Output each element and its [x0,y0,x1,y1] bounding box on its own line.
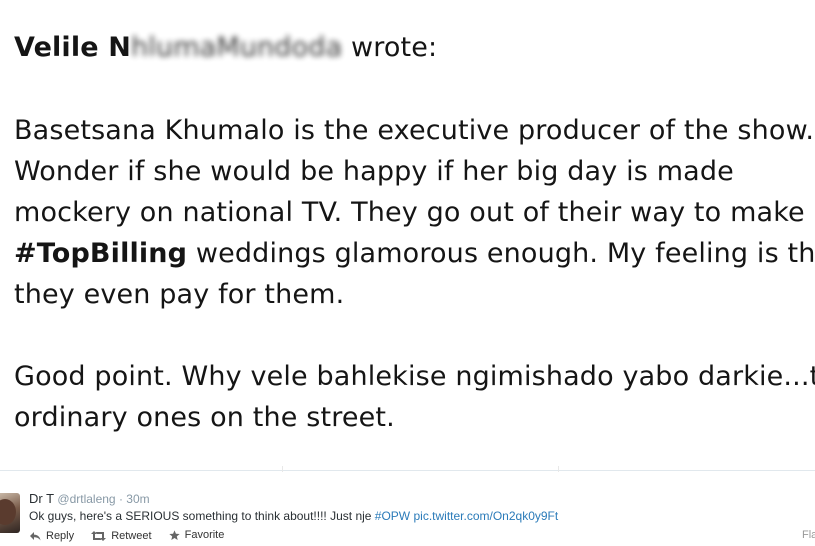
quote-line: #TopBilling weddings glamorous enough. M… [14,238,815,269]
quote-author-tail: da [308,32,343,63]
reply-icon [30,531,41,540]
display-name[interactable]: Dr T [29,491,54,506]
tweet-actions: Reply Retweet Favorite [29,529,238,544]
retweet-button[interactable]: Retweet [91,529,152,542]
divider-ticks [0,466,815,472]
quote-line-rest: weddings glamorous enough. My feeling is… [187,238,815,269]
favorite-label: Favorite [184,529,225,541]
star-icon [168,529,180,540]
quote-line: they even pay for them. [14,279,345,310]
retweet-label: Retweet [111,529,152,542]
favorite-button[interactable]: Favorite [168,529,225,541]
quote-line: Basetsana Khumalo is the executive produ… [14,115,815,146]
quote-wrote-label: wrote: [342,32,438,63]
quote-image: Velile NhlumaMundoda wrote: Basetsana Kh… [0,0,815,468]
tweet-body: Ok guys, here's a SERIOUS something to t… [29,509,375,523]
tweet-header: Dr T @drtlaleng · 30m [29,491,150,506]
hashtag-link[interactable]: #OPW [375,509,410,523]
quote-hashtag: #TopBilling [14,238,188,269]
header-separator: · [115,492,127,506]
tweet-text: Ok guys, here's a SERIOUS something to t… [29,509,558,523]
divider-tick [558,466,559,472]
quote-line: Good point. Why vele bahlekise ngimishad… [14,361,815,392]
quote-author-obscured: hlumaMundo [131,32,309,63]
username[interactable]: @drtlaleng [57,492,115,506]
quote-line: mockery on national TV. They go out of t… [14,197,805,228]
reply-button[interactable]: Reply [29,530,74,542]
quote-line: ordinary ones on the street. [14,402,395,433]
media-link[interactable]: pic.twitter.com/On2qk0y9Ft [413,509,558,523]
divider-tick [282,466,283,472]
avatar-face [0,499,16,525]
tweet-viewer: Velile NhlumaMundoda wrote: Basetsana Kh… [0,0,815,546]
flag-media-link[interactable]: Fla [802,529,815,541]
reply-label: Reply [46,529,75,542]
avatar[interactable] [0,493,20,533]
quote-author-line: Velile NhlumaMundoda wrote: [14,32,437,63]
quote-line: Wonder if she would be happy if her big … [14,156,734,187]
tweet-timestamp[interactable]: 30m [126,492,149,506]
quote-author-visible: Velile N [14,32,132,63]
retweet-icon [91,530,107,541]
